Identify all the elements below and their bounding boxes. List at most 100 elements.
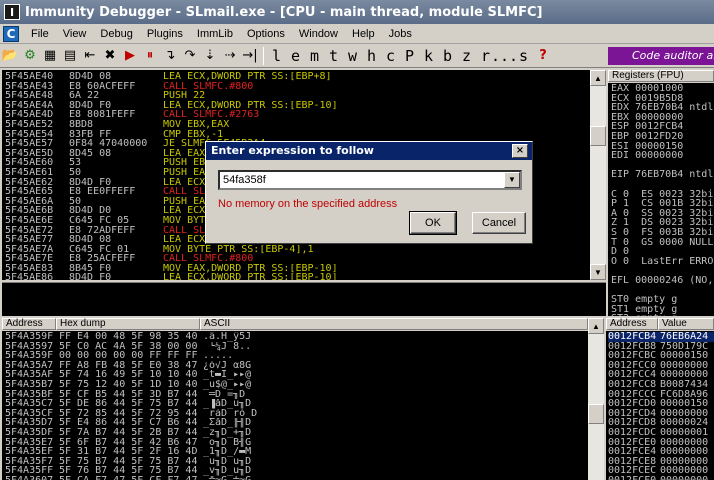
- dump-scrollbar[interactable]: ▲: [588, 318, 604, 480]
- close-debug-icon[interactable]: ✖: [100, 46, 120, 66]
- dump-row[interactable]: 5F4A35DF 5F 7A B7 44 5F 2B B7 44 _z╖D_+╖D: [2, 428, 588, 438]
- stack-row[interactable]: 0012FCD8 00000024: [606, 418, 714, 428]
- disasm-row[interactable]: 5F45AE4A 8D4D F0 LEA ECX,DWORD PTR SS:[EBP…: [2, 101, 606, 111]
- dump-row[interactable]: 5F4A36075F CA F7 47 5F CF F7 47_╩≈G_╧≈G: [2, 476, 588, 480]
- dump-col-address[interactable]: Address: [2, 318, 56, 330]
- stack-pane[interactable]: 0012FCB4 76EB6A24 0012FCB8 750D179C 0012FCBC…: [606, 331, 714, 480]
- scroll-up-arrow-icon[interactable]: ▲: [590, 70, 606, 86]
- stack-row[interactable]: 0012FCB8 750D179C: [606, 342, 714, 352]
- tb-breakpoints[interactable]: b: [438, 46, 457, 66]
- stack-row[interactable]: 0012FCC4 00000000: [606, 370, 714, 380]
- menu-help[interactable]: Help: [345, 24, 382, 44]
- menu-view[interactable]: View: [56, 24, 94, 44]
- stack-row[interactable]: 0012FCEC 00000000: [606, 466, 714, 476]
- stack-row[interactable]: 0012FCDC 00000001: [606, 428, 714, 438]
- trace-over-icon[interactable]: ⇢: [220, 46, 240, 66]
- menu-options[interactable]: Options: [240, 24, 292, 44]
- register-line[interactable]: EFL 00000246 (NO,: [611, 276, 714, 286]
- table-icon[interactable]: ▦: [40, 46, 60, 66]
- tb-windows[interactable]: w: [343, 46, 362, 66]
- script-icon[interactable]: ▤: [60, 46, 80, 66]
- disasm-row[interactable]: 5F45AE54 83FB FF CMP EBX,-1: [2, 130, 606, 140]
- tb-memory-map[interactable]: m: [305, 46, 324, 66]
- tb-executable-modules[interactable]: e: [286, 46, 305, 66]
- stack-row[interactable]: 0012FCC8 B0087434: [606, 380, 714, 390]
- disasm-row[interactable]: 5F45AE7E E8 25ACFEFF CALL SLMFC.#800: [2, 254, 606, 264]
- menu-immlib[interactable]: ImmLib: [190, 24, 240, 44]
- dump-row[interactable]: 5F4A35CF 5F 72 85 44 5F 72 95 44 _ràD_rò D: [2, 409, 588, 419]
- cancel-button[interactable]: Cancel: [472, 212, 526, 234]
- disasm-row[interactable]: 5F45AE86 8D4D F0 LEA ECX,DWORD PTR SS:[EBP…: [2, 273, 606, 280]
- disasm-row[interactable]: 5F45AE52 8BD8 MOV EBX,EAX: [2, 120, 606, 130]
- stack-row[interactable]: 0012FCC0 00000000: [606, 361, 714, 371]
- dump-row[interactable]: 5F4A35E7 5F 6F B7 44 5F 42 B6 47 _o╖D_B╢G: [2, 438, 588, 448]
- help-icon[interactable]: ?: [533, 46, 553, 66]
- code-auditor-banner[interactable]: Code auditor and: [608, 47, 714, 65]
- disasm-row[interactable]: 5F45AE40 8D4D 08 LEA ECX,DWORD PTR SS:[EBP…: [2, 72, 606, 82]
- dump-row[interactable]: 5F4A359F FF E4 00 48 5F 98 35 40 .ä.H_ÿ5J: [2, 332, 588, 342]
- cpu-window-icon[interactable]: C: [3, 25, 19, 42]
- tb-hw-breakpoints[interactable]: z: [457, 46, 476, 66]
- step-into-icon[interactable]: ↴: [160, 46, 180, 66]
- stack-row[interactable]: 0012FCBC 00000150: [606, 351, 714, 361]
- register-line[interactable]: EIP 76EB70B4 ntdll: [611, 170, 714, 180]
- hex-dump-pane[interactable]: 5F4A359F FF E4 00 48 5F 98 35 40 .ä.H_ÿ5J 5…: [2, 331, 588, 480]
- menu-debug[interactable]: Debug: [93, 24, 139, 44]
- tb-patches[interactable]: P: [400, 46, 419, 66]
- tb-run-trace[interactable]: ...: [491, 46, 518, 66]
- stack-row[interactable]: 0012FCE8 00000000: [606, 457, 714, 467]
- disasm-row[interactable]: 5F45AE4D E8 8081FEFF CALL SLMFC.#2763: [2, 110, 606, 120]
- stack-row[interactable]: 0012FCF000000000: [606, 476, 714, 480]
- scroll-down-arrow-icon[interactable]: ▼: [590, 264, 606, 280]
- register-line[interactable]: EDI 00000000: [611, 151, 714, 161]
- dump-row[interactable]: 5F4A35A7 FF A8 FB 48 5F E0 38 47 ¿ó√J_α8G: [2, 361, 588, 371]
- expression-input[interactable]: 54fa358f ▼: [218, 170, 522, 190]
- debug-run-icon[interactable]: ⚙: [20, 46, 40, 66]
- run-icon[interactable]: ▶: [120, 46, 140, 66]
- stack-row[interactable]: 0012FCD0 00000150: [606, 399, 714, 409]
- chevron-down-icon[interactable]: ▼: [504, 172, 520, 188]
- dump-row[interactable]: 5F4A35B7 5F 75 12 40 5F 1D 10 40 _u$@_▸▸@: [2, 380, 588, 390]
- dump-row[interactable]: 5F4A35BF 5F CF B5 44 5F 3D B7 44 _═D_=╖D: [2, 390, 588, 400]
- title-bar[interactable]: I Immunity Debugger - SLmail.exe - [CPU …: [0, 0, 714, 24]
- disasm-row[interactable]: 5F45AE83 8B45 F0 MOV EAX,DWORD PTR SS:[EBP…: [2, 264, 606, 274]
- dialog-title-bar[interactable]: Enter expression to follow ×: [206, 142, 532, 160]
- menu-plugins[interactable]: Plugins: [140, 24, 190, 44]
- close-icon[interactable]: ×: [512, 144, 528, 158]
- pause-icon[interactable]: ⏸: [140, 46, 160, 66]
- execute-till-return-icon[interactable]: →|: [240, 46, 260, 66]
- stack-row[interactable]: 0012FCD4 00000000: [606, 409, 714, 419]
- dump-col-hex[interactable]: Hex dump: [56, 318, 200, 330]
- tb-threads[interactable]: t: [324, 46, 343, 66]
- menu-jobs[interactable]: Jobs: [382, 24, 419, 44]
- dump-row[interactable]: 5F4A35EF 5F 31 B7 44 5F 2F 16 4D _1╖D_/▬M: [2, 447, 588, 457]
- disasm-row[interactable]: 5F45AE48 6A 22 PUSH 22: [2, 91, 606, 101]
- dump-row[interactable]: 5F4A35AF 5F 74 16 49 5F 10 10 40 _t▬I_▸▸@: [2, 370, 588, 380]
- disasm-row[interactable]: 5F45AE7A C645 FC 01 MOV BYTE PTR SS:[EBP-4…: [2, 245, 606, 255]
- dump-row[interactable]: 5F4A35FF 5F 76 B7 44 5F 75 B7 44 _v╖D_u╖D: [2, 466, 588, 476]
- stack-row[interactable]: 0012FCE0 00000000: [606, 438, 714, 448]
- disassembly-scrollbar[interactable]: ▲ ▼: [590, 70, 606, 280]
- stack-col-value[interactable]: Value: [658, 318, 714, 330]
- stack-col-address[interactable]: Address: [606, 318, 658, 330]
- stack-row[interactable]: 0012FCCC FC6D8A96: [606, 390, 714, 400]
- dump-row[interactable]: 5F4A35C7 5F DE 86 44 5F 75 B7 44 _▐åD_u╖D: [2, 399, 588, 409]
- dump-scroll-thumb[interactable]: [588, 404, 604, 424]
- tb-handles[interactable]: h: [362, 46, 381, 66]
- tb-call-stack[interactable]: k: [419, 46, 438, 66]
- tb-source[interactable]: s: [514, 46, 533, 66]
- dump-row[interactable]: 5F4A359F 00 00 00 00 00 FF FF FF.....: [2, 351, 588, 361]
- register-line[interactable]: ST2 empty g: [611, 314, 714, 316]
- tb-log-window[interactable]: l: [267, 46, 286, 66]
- registers-pane[interactable]: EAX 00001000 ECX 0019B5D8 EDX 76EB70B4 ntd…: [608, 83, 714, 316]
- menu-window[interactable]: Window: [292, 24, 345, 44]
- dump-row[interactable]: 5F4A35F7 5F 75 B7 44 5F 75 B7 44 _u╖D_u╖D: [2, 457, 588, 467]
- dump-row[interactable]: 5F4A35D7 5F E4 86 44 5F C7 B6 44 _ΣåD_╟╢D: [2, 418, 588, 428]
- stack-row[interactable]: 0012FCE4 00000000: [606, 447, 714, 457]
- disasm-row[interactable]: 5F45AE43 E8 60ACFEFF CALL SLMFC.#800: [2, 82, 606, 92]
- dump-col-ascii[interactable]: ASCII: [200, 318, 588, 330]
- scroll-thumb[interactable]: [590, 126, 606, 146]
- step-over-icon[interactable]: ↷: [180, 46, 200, 66]
- stack-row[interactable]: 0012FCB4 76EB6A24: [606, 332, 714, 342]
- register-line[interactable]: O 0 LastErr ERRO: [611, 256, 714, 267]
